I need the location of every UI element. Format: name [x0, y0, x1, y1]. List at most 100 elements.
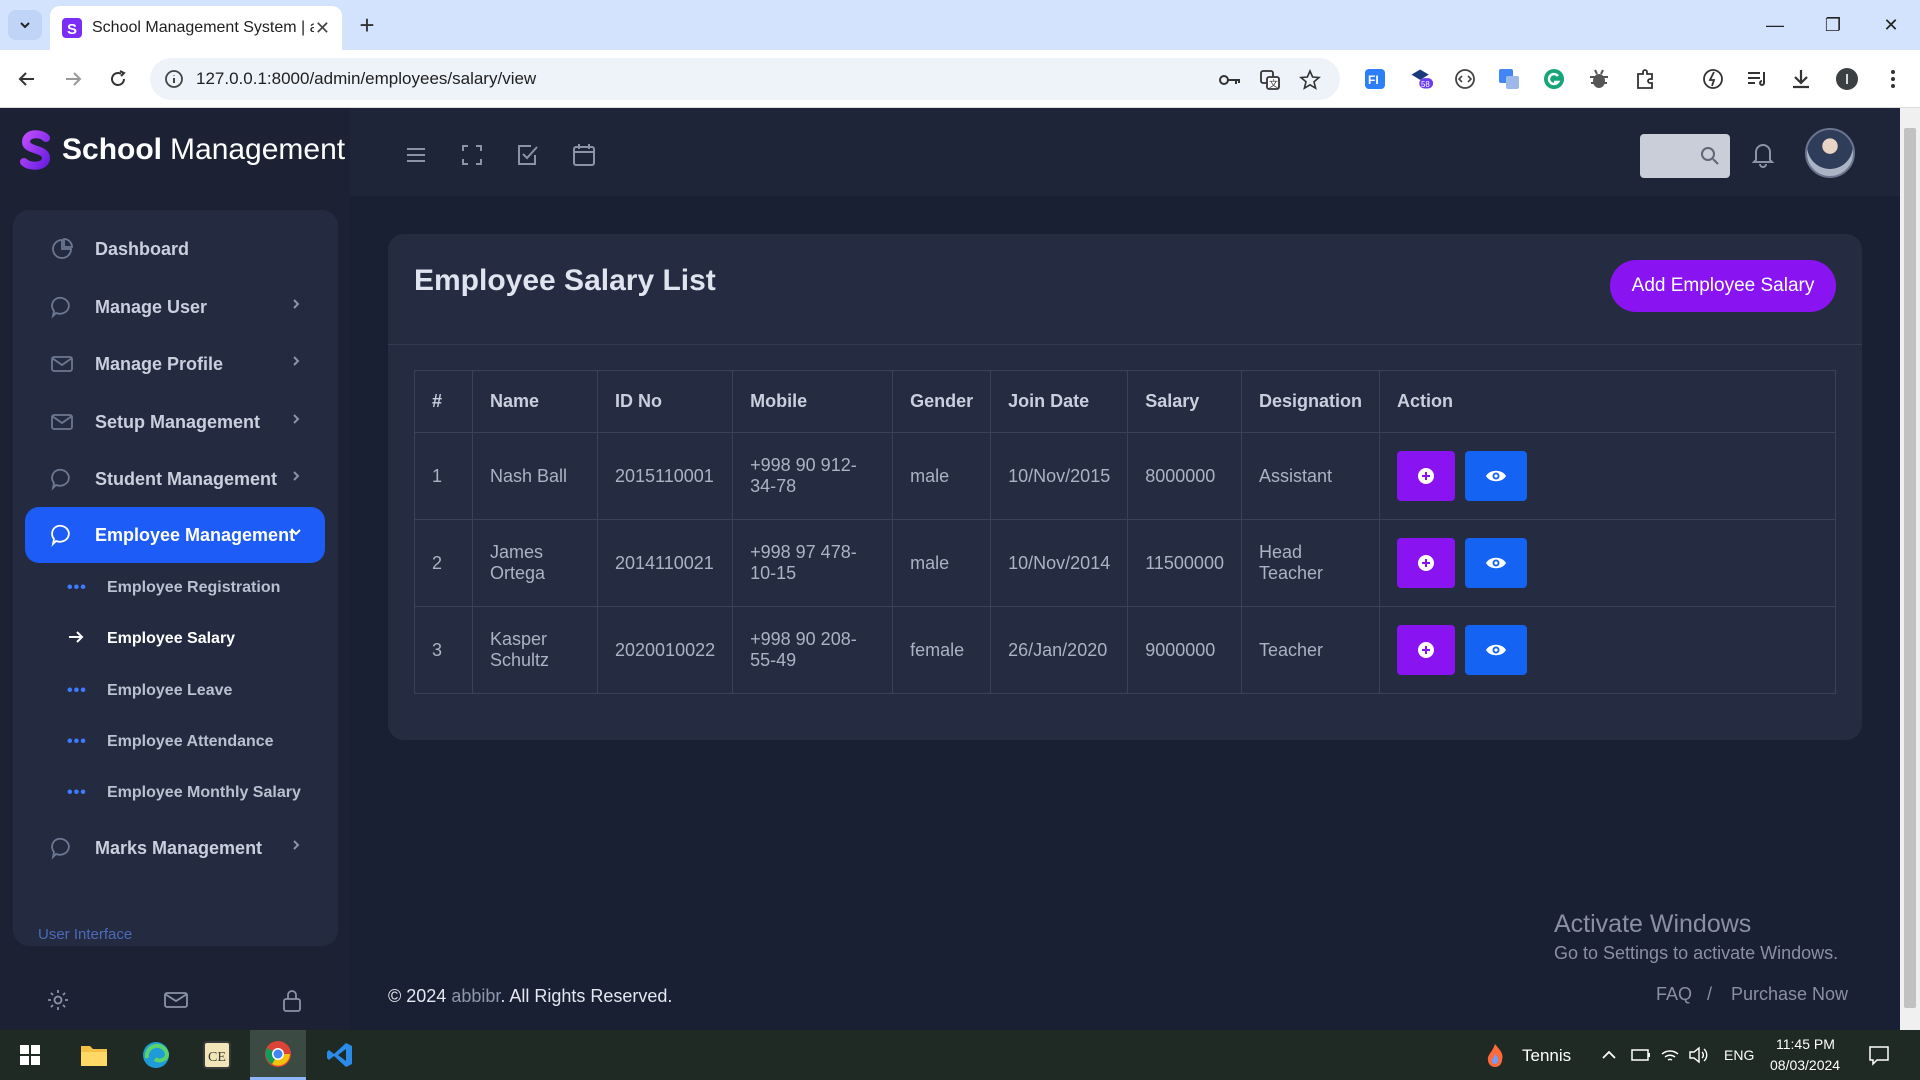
language-indicator[interactable]: ENG: [1724, 1047, 1754, 1063]
chat-bubble-icon: [49, 294, 75, 320]
chevron-up-icon[interactable]: [1600, 1048, 1618, 1067]
sidebar-subitem-employee-monthly-salary[interactable]: ••• Employee Monthly Salary: [67, 778, 301, 808]
view-details-button[interactable]: [1464, 538, 1527, 588]
extension-performance-icon[interactable]: [1700, 66, 1726, 92]
calendar-icon[interactable]: [571, 142, 597, 168]
cell-join-date: 10/Nov/2014: [990, 519, 1129, 607]
browser-tab[interactable]: S School Management System | a ✕: [50, 6, 342, 50]
increment-salary-button[interactable]: [1396, 625, 1455, 675]
edge-browser-icon[interactable]: [128, 1030, 184, 1080]
extensions-puzzle-icon[interactable]: [1632, 66, 1658, 92]
profile-avatar-icon[interactable]: [1834, 66, 1860, 92]
page-scrollbar[interactable]: [1900, 108, 1920, 1030]
svg-text:S: S: [67, 21, 77, 38]
increment-salary-button[interactable]: [1396, 451, 1455, 501]
extension-badge-icon[interactable]: 58: [1408, 66, 1434, 92]
gear-icon[interactable]: [46, 988, 70, 1017]
sidebar-subitem-employee-attendance[interactable]: ••• Employee Attendance: [67, 727, 274, 757]
windows-start-icon[interactable]: [2, 1030, 58, 1080]
avatar[interactable]: [1805, 128, 1855, 178]
volume-icon[interactable]: [1688, 1046, 1708, 1069]
subitem-label: Employee Leave: [107, 682, 233, 699]
column-header: Designation: [1240, 370, 1380, 433]
purchase-now-link[interactable]: Purchase Now: [1731, 984, 1848, 1005]
chrome-browser-icon[interactable]: [250, 1030, 306, 1080]
fullscreen-icon[interactable]: [459, 142, 485, 168]
extension-code-icon[interactable]: [1452, 66, 1478, 92]
scrollbar-thumb[interactable]: [1904, 128, 1916, 1008]
view-details-button[interactable]: [1464, 625, 1527, 675]
sidebar-item-manage-user[interactable]: Manage User: [25, 279, 325, 335]
password-key-icon[interactable]: [1218, 68, 1242, 92]
footer-author-link[interactable]: abbibr: [451, 986, 500, 1006]
clock-date[interactable]: 08/03/2024: [1770, 1057, 1840, 1073]
sidebar-item-label: Manage User: [95, 296, 208, 317]
close-window-button[interactable]: ✕: [1862, 0, 1920, 50]
browser-tab-bar: S School Management System | a ✕ + — ❐ ✕: [0, 0, 1920, 50]
extension-grammarly-icon[interactable]: [1541, 66, 1567, 92]
add-employee-salary-button[interactable]: Add Employee Salary: [1610, 260, 1836, 312]
back-button[interactable]: [12, 64, 42, 94]
new-tab-button[interactable]: +: [352, 10, 382, 40]
dots-icon: •••: [67, 579, 87, 596]
sidebar-item-dashboard[interactable]: Dashboard: [25, 221, 325, 277]
increment-salary-button[interactable]: [1396, 538, 1455, 588]
arrow-right-icon: [66, 72, 82, 86]
brand[interactable]: School Management: [18, 130, 345, 170]
browser-toolbar: 127.0.0.1:8000/admin/employees/salary/vi…: [0, 50, 1920, 108]
sidebar-menu: Dashboard Manage User Manage Profile Set…: [13, 210, 338, 946]
table-row: 3 Kasper Schultz 2020010022 +998 90 208-…: [414, 606, 1837, 694]
address-bar[interactable]: 127.0.0.1:8000/admin/employees/salary/vi…: [150, 58, 1340, 100]
cell-name: Kasper Schultz: [472, 606, 598, 694]
mail-icon[interactable]: [163, 988, 189, 1017]
sidebar-item-marks-management[interactable]: Marks Management: [25, 820, 325, 876]
vscode-icon[interactable]: [312, 1030, 368, 1080]
brand-name-bold: School: [62, 133, 163, 166]
view-details-button[interactable]: [1464, 451, 1527, 501]
wifi-icon[interactable]: [1660, 1046, 1680, 1069]
extension-fi-icon[interactable]: FI: [1362, 66, 1388, 92]
tab-close-icon[interactable]: ✕: [315, 18, 330, 39]
sidebar-subitem-employee-registration[interactable]: ••• Employee Registration: [67, 573, 280, 603]
app-ce-icon[interactable]: CE: [189, 1030, 245, 1080]
column-header: Join Date: [990, 370, 1129, 433]
tab-title: School Management System | a: [92, 19, 314, 36]
translate-icon[interactable]: 文: [1258, 68, 1282, 92]
chevron-right-icon: [293, 356, 300, 366]
minimize-button[interactable]: —: [1746, 0, 1804, 50]
media-control-icon[interactable]: [1744, 66, 1770, 92]
extension-translate-icon[interactable]: [1496, 66, 1522, 92]
sidebar-item-manage-profile[interactable]: Manage Profile: [25, 336, 325, 392]
lock-icon[interactable]: [280, 988, 304, 1019]
file-explorer-icon[interactable]: [66, 1030, 122, 1080]
cell-gender: male: [892, 519, 992, 607]
hamburger-menu-icon[interactable]: [403, 142, 429, 168]
notification-center-icon[interactable]: [1868, 1044, 1890, 1071]
search-input[interactable]: [1640, 134, 1730, 178]
bell-icon[interactable]: [1750, 140, 1776, 173]
sidebar-item-label: Setup Management: [95, 411, 261, 432]
sidebar-subitem-employee-leave[interactable]: ••• Employee Leave: [67, 676, 232, 706]
sidebar-item-employee-management[interactable]: Employee Management: [25, 507, 325, 563]
restore-button[interactable]: ❐: [1804, 0, 1862, 50]
checklist-icon[interactable]: [515, 142, 541, 168]
watermark-title: Activate Windows: [1554, 910, 1752, 938]
sidebar-item-label: Marks Management: [95, 837, 263, 858]
bookmark-star-icon[interactable]: [1298, 68, 1322, 92]
forward-button[interactable]: [58, 64, 88, 94]
sidebar-item-student-management[interactable]: Student Management: [25, 451, 325, 507]
site-info-icon[interactable]: [164, 69, 184, 89]
tab-search-button[interactable]: [8, 10, 42, 40]
faq-link[interactable]: FAQ: [1656, 984, 1692, 1005]
sidebar-section-label: User Interface: [38, 926, 133, 943]
browser-menu-icon[interactable]: [1880, 66, 1906, 92]
sidebar-item-setup-management[interactable]: Setup Management: [25, 394, 325, 450]
battery-icon[interactable]: [1631, 1048, 1651, 1067]
weather-flame-icon[interactable]: [1484, 1042, 1506, 1073]
clock-time[interactable]: 11:45 PM: [1776, 1036, 1835, 1052]
main-content: Employee Salary List Add Employee Salary…: [350, 108, 1900, 1030]
extension-bug-icon[interactable]: [1586, 66, 1612, 92]
download-icon[interactable]: [1788, 66, 1814, 92]
sidebar-subitem-employee-salary[interactable]: Employee Salary: [67, 624, 235, 654]
reload-button[interactable]: [103, 64, 133, 94]
